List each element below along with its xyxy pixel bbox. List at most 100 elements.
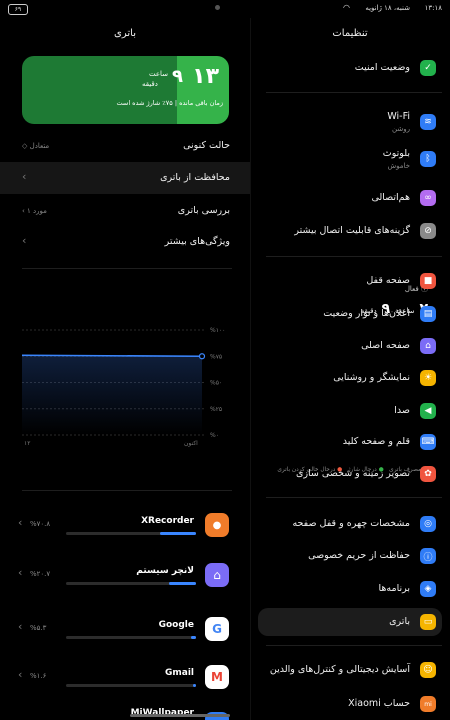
settings-item-label: گزینه‌های قابلیت اتصال بیشتر bbox=[294, 225, 410, 236]
settings-item-notification[interactable]: ▤ اعلان‌ها و نوار وضعیت bbox=[258, 300, 442, 328]
chevron-left-icon: ‹ bbox=[22, 234, 27, 247]
gmail-icon: M bbox=[205, 665, 229, 689]
settings-item-keyboard[interactable]: ⌨ قلم و صفحه کلید bbox=[258, 428, 442, 456]
battery-check-value-text: ۱ مورد bbox=[27, 207, 47, 215]
settings-item-label: هم‌اتصالی bbox=[371, 192, 410, 203]
settings-item-label: صفحه قفل bbox=[366, 275, 410, 286]
settings-item-mi-account[interactable]: mi حساب Xiaomi bbox=[258, 690, 442, 718]
settings-separator bbox=[266, 645, 442, 646]
settings-list: ✓ وضعیت امنیت ≋ Wi-Fi روشن ᛒ بلوتوث خاموش ∞ هم‌ات… bbox=[250, 0, 450, 720]
settings-item-home[interactable]: ⌂ صفحه اصلی bbox=[258, 332, 442, 360]
chevron-left-icon: ‹ bbox=[18, 516, 23, 529]
mi-account-icon: mi bbox=[420, 696, 436, 712]
chevron-left-icon: ‹ bbox=[22, 170, 27, 183]
settings-item-label: مشخصات چهره و قفل صفحه bbox=[292, 518, 410, 529]
chart-y-tick: %۱۰۰ bbox=[210, 327, 225, 334]
current-mode-value: ◇ متعادل bbox=[22, 142, 50, 150]
app-row-xrecorder[interactable]: ● XRecorder %۷۰.۸ ‹ bbox=[0, 508, 250, 548]
battery-check-row[interactable]: بررسی باتری ‹ ۱ مورد bbox=[22, 203, 232, 221]
link-icon: ⊘ bbox=[420, 223, 436, 239]
settings-item-lock[interactable]: ■ صفحه قفل bbox=[258, 267, 442, 295]
system-launcher-icon: ⌂ bbox=[205, 563, 229, 587]
settings-item-privacy[interactable]: ⓘ حفاظت از حریم خصوصی bbox=[258, 542, 442, 570]
settings-item-face-id[interactable]: ◎ مشخصات چهره و قفل صفحه bbox=[258, 510, 442, 538]
app-row-google[interactable]: G Google %۵.۳ ‹ bbox=[0, 612, 250, 652]
chevron-left-icon: ‹ bbox=[18, 620, 23, 633]
settings-item-apps[interactable]: ◈ برنامه‌ها bbox=[258, 575, 442, 603]
battery-protection-label: محافظت از باتری bbox=[160, 172, 230, 183]
settings-item-label: باتری bbox=[389, 616, 410, 627]
chart-y-tick: %۰ bbox=[210, 432, 219, 439]
settings-item-wifi[interactable]: ≋ Wi-Fi روشن bbox=[258, 108, 442, 142]
shield-check-icon: ✓ bbox=[420, 60, 436, 76]
settings-item-battery[interactable]: ▭ باتری bbox=[258, 608, 442, 636]
settings-separator bbox=[266, 256, 442, 257]
battery-page-title: باتری bbox=[114, 28, 136, 39]
battery-icon: ▭ bbox=[420, 614, 436, 630]
app-name: XRecorder bbox=[141, 516, 194, 526]
more-features-row[interactable]: ویژگی‌های بیشتر ‹ bbox=[22, 234, 232, 252]
settings-item-share[interactable]: ∞ هم‌اتصالی bbox=[258, 184, 442, 212]
app-usage-bar bbox=[66, 582, 196, 585]
app-row-launcher[interactable]: ⌂ لانچر سیستم %۲۰.۷ ‹ bbox=[0, 558, 250, 598]
app-name: Google bbox=[158, 620, 194, 630]
chevron-left-icon: ‹ bbox=[18, 668, 23, 681]
chart-y-tick: %۷۵ bbox=[210, 353, 222, 360]
settings-item-sun[interactable]: ☀ نمایشگر و روشنایی bbox=[258, 364, 442, 392]
settings-item-bluetooth[interactable]: ᛒ بلوتوث خاموش bbox=[258, 145, 442, 179]
current-mode-label: حالت کنونی bbox=[183, 140, 230, 151]
speaker-icon: ◀ bbox=[420, 403, 436, 419]
settings-item-wellbeing[interactable]: ☺ آسایش دیجیتالی و کنترل‌های والدین bbox=[258, 656, 442, 684]
home-icon: ⌂ bbox=[420, 338, 436, 354]
privacy-icon: ⓘ bbox=[420, 548, 436, 564]
battery-usage-chart: %۱۰۰ %۷۵ %۵۰ %۲۵ %۰ ۱۲ اکنون bbox=[22, 327, 225, 447]
chart-y-tick: %۵۰ bbox=[210, 380, 222, 387]
app-usage-bar bbox=[66, 636, 196, 639]
settings-separator bbox=[266, 92, 442, 93]
app-name: لانچر سیستم bbox=[136, 566, 194, 576]
app-usage-bar bbox=[66, 684, 196, 687]
battery-protection-row[interactable]: محافظت از باتری ‹ bbox=[0, 162, 250, 194]
keyboard-icon: ⌨ bbox=[420, 434, 436, 450]
app-percent: %۵.۳ bbox=[30, 624, 47, 632]
battery-status-card[interactable]: ۱۳ ساعت ۹ دقیقه زمان باقی مانده | ۷۵٪ شا… bbox=[22, 56, 229, 124]
app-row-miwallpaper[interactable]: MiWallpaper bbox=[0, 706, 250, 720]
card-hours-unit: ساعت bbox=[149, 70, 169, 78]
settings-item-speaker[interactable]: ◀ صدا bbox=[258, 397, 442, 425]
chart-x-tick: اکنون bbox=[184, 440, 198, 447]
settings-item-label: وضعیت امنیت bbox=[354, 62, 410, 73]
settings-item-label: تصویر زمینه و شخصی سازی bbox=[296, 468, 410, 479]
settings-item-label: حفاظت از حریم خصوصی bbox=[308, 550, 410, 561]
settings-item-label: Wi-Fi bbox=[387, 111, 410, 122]
app-row-gmail[interactable]: M Gmail %۱.۶ ‹ bbox=[0, 660, 250, 700]
apps-icon: ◈ bbox=[420, 581, 436, 597]
app-usage-fill bbox=[193, 684, 196, 687]
settings-separator bbox=[266, 497, 442, 498]
app-usage-fill bbox=[168, 582, 196, 585]
share-icon: ∞ bbox=[420, 190, 436, 206]
current-mode-row[interactable]: حالت کنونی ◇ متعادل bbox=[22, 138, 232, 156]
more-features-label: ویژگی‌های بیشتر bbox=[164, 236, 230, 247]
settings-item-label: صفحه اصلی bbox=[361, 340, 410, 351]
chart-current-point bbox=[198, 353, 206, 360]
settings-item-shield-check[interactable]: ✓ وضعیت امنیت bbox=[258, 54, 442, 82]
card-minutes-unit: دقیقه bbox=[142, 80, 158, 88]
app-usage-fill bbox=[190, 636, 196, 639]
home-indicator[interactable] bbox=[130, 714, 230, 717]
settings-item-label: بلوتوث bbox=[382, 148, 410, 159]
current-mode-value-text: متعادل bbox=[29, 142, 50, 150]
settings-item-link[interactable]: ⊘ گزینه‌های قابلیت اتصال بیشتر bbox=[258, 217, 442, 245]
chart-series-line bbox=[22, 354, 203, 357]
lock-icon: ■ bbox=[420, 273, 436, 289]
section-separator bbox=[22, 490, 232, 491]
chart-x-tick: ۱۲ bbox=[24, 440, 30, 447]
camera-dot bbox=[215, 5, 220, 10]
settings-item-label: آسایش دیجیتالی و کنترل‌های والدین bbox=[269, 664, 410, 675]
battery-badge: ۶۹ bbox=[8, 4, 28, 15]
notification-icon: ▤ bbox=[420, 306, 436, 322]
card-left-area bbox=[22, 56, 177, 124]
google-icon: G bbox=[205, 617, 229, 641]
sun-icon: ☀ bbox=[420, 370, 436, 386]
settings-item-palette[interactable]: ✿ تصویر زمینه و شخصی سازی bbox=[258, 460, 442, 488]
settings-item-label: قلم و صفحه کلید bbox=[342, 436, 410, 447]
